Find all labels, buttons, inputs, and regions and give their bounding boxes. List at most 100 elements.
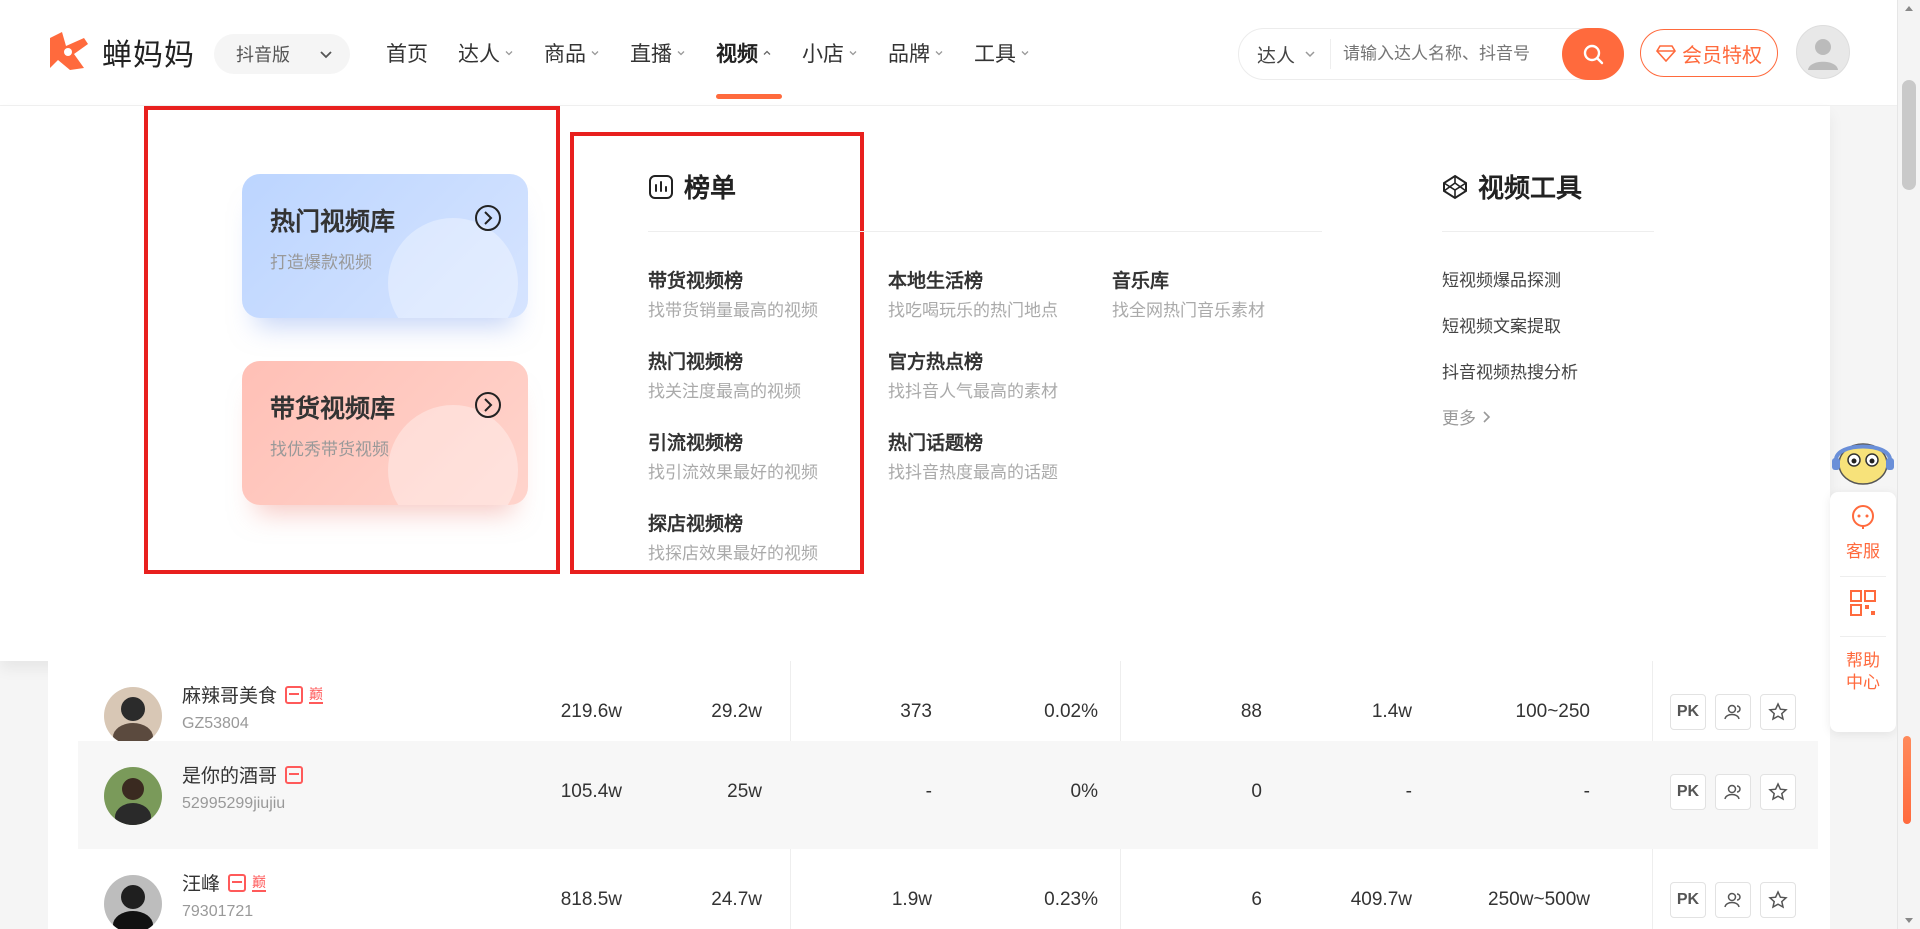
table-cell: 0% (1070, 781, 1098, 802)
more-label: 更多 (1442, 409, 1476, 428)
avatar[interactable] (104, 875, 162, 929)
selling-video-library-card[interactable]: 带货视频库 找优秀带货视频 (242, 361, 528, 505)
pk-button[interactable]: PK (1670, 882, 1706, 918)
qrcode-icon (1850, 590, 1876, 616)
headset-icon (1852, 505, 1874, 529)
chevron-down-icon (935, 51, 943, 56)
table-cell: - (925, 781, 932, 802)
chevron-down-icon (1021, 51, 1029, 56)
platform-select[interactable]: 抖音版 (214, 34, 350, 74)
shop-icon (228, 873, 247, 892)
service-label: 客服 (1846, 542, 1880, 561)
qrcode-button[interactable] (1830, 588, 1896, 623)
video-tools-title: 视频工具 (1478, 173, 1583, 203)
influencer-name[interactable]: 是你的酒哥 (182, 761, 304, 788)
ranking-title: 带货视频榜 (648, 271, 744, 292)
tool-link[interactable]: 短视频文案提取 (1442, 312, 1561, 337)
ranking-item[interactable]: 官方热点榜 找抖音人气最高的素材 (888, 347, 1058, 402)
avatar[interactable] (104, 767, 162, 825)
vip-button[interactable]: 会员特权 (1640, 29, 1778, 77)
table-row[interactable]: 汪峰 巅 79301721 818.5w 24.7w 1.9w 0.23% 6 … (78, 849, 1818, 929)
table-cell: 219.6w (560, 701, 622, 722)
favorite-button[interactable] (1760, 694, 1796, 730)
table-cell: 25w (727, 781, 762, 802)
ranking-subtitle: 找抖音人气最高的素材 (888, 382, 1058, 401)
platform-select-value: 抖音版 (236, 45, 290, 65)
influencer-name[interactable]: 汪峰 巅 (182, 869, 267, 896)
help-center-button[interactable]: 帮助中心 (1830, 650, 1896, 694)
search-type-value: 达人 (1257, 45, 1296, 67)
ranking-subtitle: 找全网热门音乐素材 (1112, 301, 1265, 320)
contact-button[interactable] (1715, 882, 1751, 918)
ranking-item[interactable]: 音乐库 找全网热门音乐素材 (1112, 266, 1265, 321)
name-text: 麻辣哥美食 (182, 686, 278, 707)
arrow-circle-icon (475, 392, 501, 418)
nav-item-tools[interactable]: 工具 (974, 36, 1030, 70)
nav-label: 直播 (630, 43, 672, 66)
nav-item-video[interactable]: 视频 (716, 36, 782, 99)
favorite-button[interactable] (1760, 774, 1796, 810)
influencer-id: 79301721 (182, 903, 254, 920)
table-row[interactable]: 是你的酒哥 52995299jiujiu 105.4w 25w - 0% 0 -… (78, 741, 1818, 849)
scroll-down-icon[interactable] (1904, 917, 1914, 925)
nav-item-product[interactable]: 商品 (544, 36, 600, 70)
ranking-item[interactable]: 带货视频榜 找带货销量最高的视频 (648, 266, 818, 321)
pk-button[interactable]: PK (1670, 774, 1706, 810)
contact-button[interactable] (1715, 774, 1751, 810)
ranking-item[interactable]: 探店视频榜 找探店效果最好的视频 (648, 509, 818, 564)
nav-item-home[interactable]: 首页 (386, 36, 428, 70)
ranking-title: 热门视频榜 (648, 352, 744, 373)
main-nav: 首页 达人 商品 直播 视频 小店 品牌 工具 (386, 36, 1060, 99)
favorite-button[interactable] (1760, 882, 1796, 918)
side-panel: 客服 帮助中心 (1830, 492, 1896, 732)
pk-button[interactable]: PK (1670, 694, 1706, 730)
nav-label: 商品 (544, 43, 586, 66)
ranking-subtitle: 找带货销量最高的视频 (648, 301, 818, 320)
influencer-name[interactable]: 麻辣哥美食 巅 (182, 681, 324, 708)
nav-item-live[interactable]: 直播 (630, 36, 686, 70)
name-text: 是你的酒哥 (182, 766, 278, 787)
mascot-icon[interactable] (1830, 430, 1896, 490)
hot-video-library-card[interactable]: 热门视频库 打造爆款视频 (242, 174, 528, 318)
star-icon (1768, 702, 1788, 721)
nav-item-influencer[interactable]: 达人 (458, 36, 514, 70)
tool-link[interactable]: 抖音视频热搜分析 (1442, 358, 1578, 383)
nav-item-shop[interactable]: 小店 (802, 36, 858, 70)
table-cell: 1.4w (1371, 701, 1412, 722)
side-progress-indicator (1903, 736, 1911, 824)
search-button[interactable] (1562, 28, 1624, 80)
user-avatar[interactable] (1796, 25, 1850, 79)
nav-label: 小店 (802, 43, 844, 66)
logo[interactable]: 蝉妈妈 (44, 28, 195, 76)
table-cell: - (1405, 781, 1412, 802)
customer-service-button[interactable]: 客服 (1830, 502, 1896, 562)
ranking-title: 本地生活榜 (888, 271, 984, 292)
search-input[interactable] (1331, 44, 1551, 64)
video-mega-menu: 热门视频库 打造爆款视频 带货视频库 找优秀带货视频 榜单 带货视频榜 找带货销… (0, 106, 1830, 661)
level-badge: 巅 (309, 685, 324, 704)
ranking-item[interactable]: 引流视频榜 找引流效果最好的视频 (648, 428, 818, 483)
chevron-down-icon (320, 51, 332, 59)
nav-item-brand[interactable]: 品牌 (888, 36, 944, 70)
table-cell: 1.9w (891, 889, 932, 910)
table-cell: 88 (1240, 701, 1262, 722)
ranking-item[interactable]: 本地生活榜 找吃喝玩乐的热门地点 (888, 266, 1058, 321)
tool-link[interactable]: 短视频爆品探测 (1442, 266, 1561, 291)
chart-bar-icon (649, 174, 673, 199)
rankings-heading: 榜单 (648, 168, 736, 205)
table-cell: 0.23% (1044, 889, 1098, 910)
scroll-thumb[interactable] (1902, 80, 1916, 190)
ranking-subtitle: 找吃喝玩乐的热门地点 (888, 301, 1058, 320)
tools-more-link[interactable]: 更多 (1442, 404, 1492, 429)
scroll-up-icon[interactable] (1904, 4, 1914, 12)
avatar[interactable] (104, 687, 162, 745)
ranking-item[interactable]: 热门视频榜 找关注度最高的视频 (648, 347, 801, 402)
chevron-down-icon (591, 51, 599, 56)
search-type-select[interactable]: 达人 (1239, 39, 1331, 69)
ranking-item[interactable]: 热门话题榜 找抖音热度最高的话题 (888, 428, 1058, 483)
ranking-title: 探店视频榜 (648, 514, 744, 535)
divider (1442, 231, 1654, 232)
contact-button[interactable] (1715, 694, 1751, 730)
divider (1840, 576, 1886, 577)
logo-icon (50, 32, 88, 70)
